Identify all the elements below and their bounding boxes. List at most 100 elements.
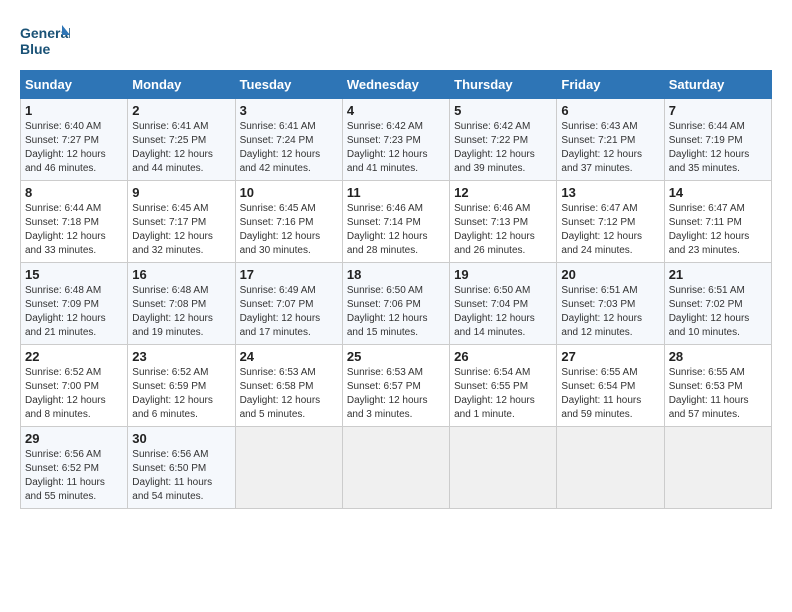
day-info: Sunrise: 6:48 AMSunset: 7:08 PMDaylight:… bbox=[132, 284, 230, 340]
calendar-cell: 8 Sunrise: 6:44 AMSunset: 7:18 PMDaylight… bbox=[21, 181, 128, 263]
day-number: 29 bbox=[25, 431, 123, 446]
calendar-cell: 9 Sunrise: 6:45 AMSunset: 7:17 PMDaylight… bbox=[128, 181, 235, 263]
day-number: 20 bbox=[561, 267, 659, 282]
calendar-cell: 14 Sunrise: 6:47 AMSunset: 7:11 PMDayligh… bbox=[664, 181, 771, 263]
calendar-week-row: 1 Sunrise: 6:40 AMSunset: 7:27 PMDaylight… bbox=[21, 99, 772, 181]
day-info: Sunrise: 6:43 AMSunset: 7:21 PMDaylight:… bbox=[561, 120, 659, 176]
day-number: 30 bbox=[132, 431, 230, 446]
calendar-cell: 12 Sunrise: 6:46 AMSunset: 7:13 PMDayligh… bbox=[450, 181, 557, 263]
weekday-header-saturday: Saturday bbox=[664, 71, 771, 99]
day-info: Sunrise: 6:53 AMSunset: 6:57 PMDaylight:… bbox=[347, 366, 445, 422]
calendar-cell: 25Sunrise: 6:53 AMSunset: 6:57 PMDayligh… bbox=[342, 345, 449, 427]
logo-icon: General Blue bbox=[20, 20, 70, 60]
day-info: Sunrise: 6:50 AMSunset: 7:06 PMDaylight:… bbox=[347, 284, 445, 340]
calendar-cell bbox=[450, 427, 557, 509]
day-info: Sunrise: 6:44 AMSunset: 7:19 PMDaylight:… bbox=[669, 120, 767, 176]
day-number: 17 bbox=[240, 267, 338, 282]
day-number: 11 bbox=[347, 185, 445, 200]
calendar-cell: 27 Sunrise: 6:55 AMSunset: 6:54 PMDayligh… bbox=[557, 345, 664, 427]
day-info: Sunrise: 6:41 AMSunset: 7:24 PMDaylight:… bbox=[240, 120, 338, 176]
day-info: Sunrise: 6:55 AMSunset: 6:54 PMDaylight:… bbox=[561, 366, 659, 422]
day-number: 18 bbox=[347, 267, 445, 282]
calendar-cell: 18 Sunrise: 6:50 AMSunset: 7:06 PMDayligh… bbox=[342, 263, 449, 345]
calendar-cell: 10Sunrise: 6:45 AMSunset: 7:16 PMDayligh… bbox=[235, 181, 342, 263]
day-number: 9 bbox=[132, 185, 230, 200]
calendar-cell: 26 Sunrise: 6:54 AMSunset: 6:55 PMDayligh… bbox=[450, 345, 557, 427]
day-number: 23 bbox=[132, 349, 230, 364]
calendar-cell: 28 Sunrise: 6:55 AMSunset: 6:53 PMDayligh… bbox=[664, 345, 771, 427]
day-info: Sunrise: 6:56 AMSunset: 6:52 PMDaylight:… bbox=[25, 448, 123, 504]
calendar-cell: 17 Sunrise: 6:49 AMSunset: 7:07 PMDayligh… bbox=[235, 263, 342, 345]
day-info: Sunrise: 6:42 AMSunset: 7:23 PMDaylight:… bbox=[347, 120, 445, 176]
weekday-header-wednesday: Wednesday bbox=[342, 71, 449, 99]
day-number: 22 bbox=[25, 349, 123, 364]
day-number: 24 bbox=[240, 349, 338, 364]
calendar-cell bbox=[664, 427, 771, 509]
svg-text:Blue: Blue bbox=[20, 41, 51, 57]
day-number: 14 bbox=[669, 185, 767, 200]
weekday-header-sunday: Sunday bbox=[21, 71, 128, 99]
logo: General Blue bbox=[20, 20, 75, 60]
calendar-cell: 5 Sunrise: 6:42 AMSunset: 7:22 PMDaylight… bbox=[450, 99, 557, 181]
calendar-cell: 19Sunrise: 6:50 AMSunset: 7:04 PMDayligh… bbox=[450, 263, 557, 345]
calendar-cell bbox=[342, 427, 449, 509]
day-info: Sunrise: 6:52 AMSunset: 7:00 PMDaylight:… bbox=[25, 366, 123, 422]
calendar-cell: 15 Sunrise: 6:48 AMSunset: 7:09 PMDayligh… bbox=[21, 263, 128, 345]
day-number: 3 bbox=[240, 103, 338, 118]
calendar-cell: 20Sunrise: 6:51 AMSunset: 7:03 PMDayligh… bbox=[557, 263, 664, 345]
calendar-cell: 24 Sunrise: 6:53 AMSunset: 6:58 PMDayligh… bbox=[235, 345, 342, 427]
day-info: Sunrise: 6:41 AMSunset: 7:25 PMDaylight:… bbox=[132, 120, 230, 176]
day-info: Sunrise: 6:53 AMSunset: 6:58 PMDaylight:… bbox=[240, 366, 338, 422]
header: General Blue bbox=[20, 20, 772, 60]
day-info: Sunrise: 6:42 AMSunset: 7:22 PMDaylight:… bbox=[454, 120, 552, 176]
day-info: Sunrise: 6:47 AMSunset: 7:12 PMDaylight:… bbox=[561, 202, 659, 258]
calendar-cell bbox=[235, 427, 342, 509]
calendar-cell: 4 Sunrise: 6:42 AMSunset: 7:23 PMDaylight… bbox=[342, 99, 449, 181]
day-number: 13 bbox=[561, 185, 659, 200]
calendar-cell: 23 Sunrise: 6:52 AMSunset: 6:59 PMDayligh… bbox=[128, 345, 235, 427]
day-number: 12 bbox=[454, 185, 552, 200]
day-number: 26 bbox=[454, 349, 552, 364]
calendar-cell: 11 Sunrise: 6:46 AMSunset: 7:14 PMDayligh… bbox=[342, 181, 449, 263]
calendar-cell: 6 Sunrise: 6:43 AMSunset: 7:21 PMDaylight… bbox=[557, 99, 664, 181]
weekday-header-friday: Friday bbox=[557, 71, 664, 99]
weekday-header-tuesday: Tuesday bbox=[235, 71, 342, 99]
day-info: Sunrise: 6:51 AMSunset: 7:02 PMDaylight:… bbox=[669, 284, 767, 340]
day-number: 27 bbox=[561, 349, 659, 364]
calendar-cell: 29 Sunrise: 6:56 AMSunset: 6:52 PMDayligh… bbox=[21, 427, 128, 509]
day-number: 5 bbox=[454, 103, 552, 118]
calendar-cell: 1 Sunrise: 6:40 AMSunset: 7:27 PMDaylight… bbox=[21, 99, 128, 181]
calendar-week-row: 22 Sunrise: 6:52 AMSunset: 7:00 PMDayligh… bbox=[21, 345, 772, 427]
day-info: Sunrise: 6:46 AMSunset: 7:13 PMDaylight:… bbox=[454, 202, 552, 258]
day-info: Sunrise: 6:49 AMSunset: 7:07 PMDaylight:… bbox=[240, 284, 338, 340]
day-info: Sunrise: 6:54 AMSunset: 6:55 PMDaylight:… bbox=[454, 366, 552, 422]
day-info: Sunrise: 6:55 AMSunset: 6:53 PMDaylight:… bbox=[669, 366, 767, 422]
calendar-cell: 13 Sunrise: 6:47 AMSunset: 7:12 PMDayligh… bbox=[557, 181, 664, 263]
day-info: Sunrise: 6:52 AMSunset: 6:59 PMDaylight:… bbox=[132, 366, 230, 422]
day-number: 4 bbox=[347, 103, 445, 118]
day-info: Sunrise: 6:50 AMSunset: 7:04 PMDaylight:… bbox=[454, 284, 552, 340]
calendar-cell: 7 Sunrise: 6:44 AMSunset: 7:19 PMDaylight… bbox=[664, 99, 771, 181]
day-number: 10 bbox=[240, 185, 338, 200]
day-number: 6 bbox=[561, 103, 659, 118]
day-info: Sunrise: 6:46 AMSunset: 7:14 PMDaylight:… bbox=[347, 202, 445, 258]
calendar-cell: 16 Sunrise: 6:48 AMSunset: 7:08 PMDayligh… bbox=[128, 263, 235, 345]
calendar-cell: 30Sunrise: 6:56 AMSunset: 6:50 PMDayligh… bbox=[128, 427, 235, 509]
calendar-table: SundayMondayTuesdayWednesdayThursdayFrid… bbox=[20, 70, 772, 509]
weekday-header-row: SundayMondayTuesdayWednesdayThursdayFrid… bbox=[21, 71, 772, 99]
calendar-cell: 22 Sunrise: 6:52 AMSunset: 7:00 PMDayligh… bbox=[21, 345, 128, 427]
day-info: Sunrise: 6:45 AMSunset: 7:17 PMDaylight:… bbox=[132, 202, 230, 258]
day-info: Sunrise: 6:47 AMSunset: 7:11 PMDaylight:… bbox=[669, 202, 767, 258]
weekday-header-monday: Monday bbox=[128, 71, 235, 99]
day-number: 8 bbox=[25, 185, 123, 200]
day-info: Sunrise: 6:44 AMSunset: 7:18 PMDaylight:… bbox=[25, 202, 123, 258]
calendar-cell: 3 Sunrise: 6:41 AMSunset: 7:24 PMDaylight… bbox=[235, 99, 342, 181]
day-number: 15 bbox=[25, 267, 123, 282]
calendar-week-row: 15 Sunrise: 6:48 AMSunset: 7:09 PMDayligh… bbox=[21, 263, 772, 345]
day-number: 1 bbox=[25, 103, 123, 118]
day-number: 16 bbox=[132, 267, 230, 282]
day-number: 7 bbox=[669, 103, 767, 118]
day-number: 28 bbox=[669, 349, 767, 364]
day-info: Sunrise: 6:40 AMSunset: 7:27 PMDaylight:… bbox=[25, 120, 123, 176]
day-info: Sunrise: 6:48 AMSunset: 7:09 PMDaylight:… bbox=[25, 284, 123, 340]
